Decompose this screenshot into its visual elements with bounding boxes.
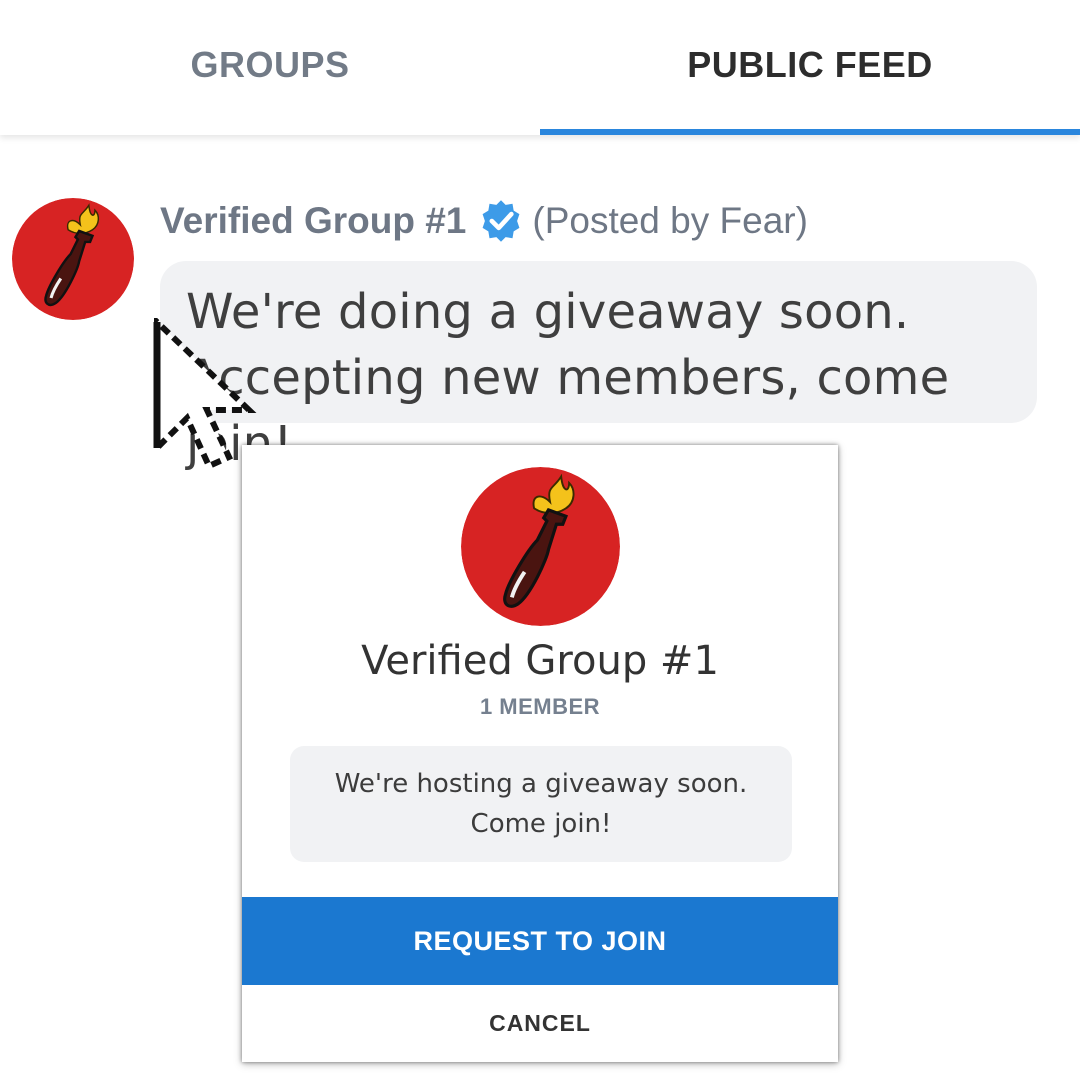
active-tab-indicator xyxy=(540,129,1080,135)
join-group-dialog: Verified Group #1 1 MEMBER We're hosting… xyxy=(242,445,838,1062)
post-message-bubble[interactable]: We're doing a giveaway soon. Accepting n… xyxy=(160,261,1037,472)
group-description: We're hosting a giveaway soon. Come join… xyxy=(290,746,792,862)
member-count: 1 MEMBER xyxy=(479,694,601,719)
dialog-group-avatar xyxy=(461,467,620,626)
post-header: Verified Group #1 (Posted by Fear) xyxy=(160,195,808,247)
flaming-bottle-icon xyxy=(12,198,134,320)
flaming-bottle-icon xyxy=(461,467,620,626)
tab-public-feed[interactable]: PUBLIC FEED xyxy=(540,0,1080,130)
post-group-name[interactable]: Verified Group #1 xyxy=(160,200,466,242)
group-avatar[interactable] xyxy=(12,198,134,320)
verified-check-icon xyxy=(478,198,524,244)
dialog-group-name: Verified Group #1 xyxy=(361,638,719,684)
tab-groups[interactable]: GROUPS xyxy=(0,0,540,130)
tab-bar: GROUPS PUBLIC FEED xyxy=(0,0,1080,135)
posted-by-text: (Posted by Fear) xyxy=(532,200,808,241)
request-to-join-button[interactable]: REQUEST TO JOIN xyxy=(242,897,838,985)
cancel-button[interactable]: CANCEL xyxy=(242,985,838,1062)
